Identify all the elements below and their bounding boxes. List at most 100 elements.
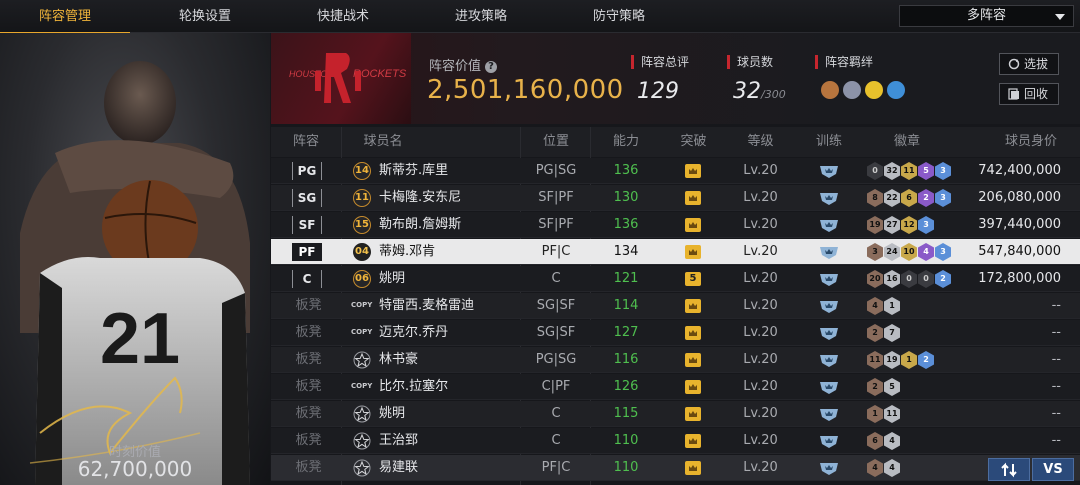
player-position: SG|SF <box>536 325 576 340</box>
tab-rotation-settings[interactable]: 轮换设置 <box>140 0 270 33</box>
badge-count: 1 <box>884 297 900 315</box>
lineup-value: 2,501,160,000 <box>427 75 624 105</box>
svg-text:ROCKETS: ROCKETS <box>353 68 407 80</box>
player-portrait: 21 <box>20 61 250 485</box>
slot-position: C <box>292 270 322 288</box>
crown-icon <box>685 326 701 340</box>
tab-defense-strategy[interactable]: 防守策略 <box>554 0 684 33</box>
badge-count: 16 <box>884 270 900 288</box>
recycle-button[interactable]: 回收 <box>999 83 1059 105</box>
col-badges[interactable]: 徽章 <box>867 127 947 157</box>
player-salary: -- <box>1051 406 1061 421</box>
table-row[interactable]: 板凳 COPY 迈克尔.乔丹 SG|SF 127 Lv.20 2 7 -- <box>271 320 1080 346</box>
badge-list: 41 <box>867 297 900 315</box>
badge-list: 1 11 <box>867 405 900 423</box>
badge-list: 20 16 0 0 2 <box>867 270 951 288</box>
badge-count: 6 <box>901 189 917 207</box>
crown-icon <box>685 380 701 394</box>
col-lineup[interactable]: 阵容 <box>281 127 331 157</box>
slot-label: 板凳 <box>295 433 322 448</box>
player-level: Lv.20 <box>743 379 778 394</box>
lineup-value-label: 阵容价值? <box>429 55 498 74</box>
slot-label: 板凳 <box>295 379 322 394</box>
crown-icon <box>685 218 701 232</box>
bond-blue-icon[interactable] <box>887 81 905 99</box>
slot-label: 板凳 <box>295 406 322 421</box>
col-breakthrough[interactable]: 突破 <box>666 127 721 157</box>
training-icon[interactable] <box>819 325 839 341</box>
player-ability: 136 <box>613 163 639 178</box>
table-row[interactable]: 板凳 林书豪 PG|SG 116 Lv.20 11 19 1 2 -- <box>271 347 1080 373</box>
player-position: C|PF <box>541 379 571 394</box>
swap-button[interactable] <box>988 458 1030 481</box>
team-logo: HOUSTON ROCKETS <box>271 33 411 124</box>
slot-position: PG <box>292 162 322 180</box>
training-icon[interactable] <box>819 433 839 449</box>
training-icon[interactable] <box>819 163 839 179</box>
table-row[interactable]: SF 15 勒布朗.詹姆斯 SF|PF 136 Lv.20 19 27 12 3 397,440,0… <box>271 212 1080 238</box>
col-position[interactable]: 位置 <box>521 127 591 157</box>
training-icon[interactable] <box>819 190 839 206</box>
player-level: Lv.20 <box>743 244 778 259</box>
badge-count: 2 <box>867 378 883 396</box>
table-row[interactable]: C 06 姚明 C 121 5 Lv.20 20 16 0 0 2 172,800,000 <box>271 266 1080 292</box>
badge-list: 19 27 12 3 <box>867 216 934 234</box>
badge-list: 27 <box>867 324 900 342</box>
col-player-name[interactable]: 球员名 <box>353 127 413 157</box>
training-icon[interactable] <box>819 298 839 314</box>
training-icon[interactable] <box>819 244 839 260</box>
badge-count: 4 <box>867 297 883 315</box>
crown-icon <box>685 164 701 178</box>
player-position: C <box>551 406 561 421</box>
badge-count: 32 <box>884 162 900 180</box>
tab-quick-tactics[interactable]: 快捷战术 <box>278 0 408 33</box>
vs-button[interactable]: VS <box>1032 458 1074 481</box>
table-row[interactable]: PF 04 蒂姆.邓肯 PF|C 134 Lv.20 3 24 10 4 3 547,840,000 <box>271 239 1080 265</box>
crown-icon <box>685 191 701 205</box>
tab-offense-strategy[interactable]: 进攻策略 <box>416 0 546 33</box>
player-position: C <box>551 433 561 448</box>
choose-button[interactable]: 选拔 <box>999 53 1059 75</box>
table-row[interactable]: 板凳 王治郅 C 110 Lv.20 6 4 -- <box>271 428 1080 454</box>
col-level[interactable]: 等级 <box>733 127 788 157</box>
jersey-number: 21 <box>100 299 180 379</box>
col-salary[interactable]: 球员身价 <box>991 127 1071 157</box>
player-ability: 110 <box>613 460 639 475</box>
help-icon[interactable]: ? <box>485 60 498 73</box>
table-row[interactable]: 板凳 COPY 特雷西.麦格雷迪 SG|SF 114 Lv.20 4 1 -- <box>271 293 1080 319</box>
player-salary: -- <box>1051 433 1061 448</box>
col-ability[interactable]: 能力 <box>601 127 651 157</box>
table-row[interactable]: SG 11 卡梅隆.安东尼 SF|PF 130 Lv.20 8 22 6 2 3 206,080,00… <box>271 185 1080 211</box>
badge-count: 0 <box>867 162 883 180</box>
badge-count: 12 <box>901 216 917 234</box>
col-training[interactable]: 训练 <box>803 127 855 157</box>
badge-count: 4 <box>884 432 900 450</box>
bond-gold-icon[interactable] <box>865 81 883 99</box>
training-icon[interactable] <box>819 379 839 395</box>
breakthrough-badge: 5 <box>685 272 701 286</box>
badge-count: 6 <box>867 432 883 450</box>
tab-lineup-management[interactable]: 阵容管理 <box>0 0 130 34</box>
training-icon[interactable] <box>819 460 839 476</box>
badge-count: 20 <box>867 270 883 288</box>
table-row[interactable]: 板凳 COPY 比尔.拉塞尔 C|PF 126 Lv.20 2 5 -- <box>271 374 1080 400</box>
badge-count: 27 <box>884 216 900 234</box>
badge-list: 44 <box>867 459 900 477</box>
bond-orange-icon[interactable] <box>821 81 839 99</box>
slot-label: 板凳 <box>295 325 322 340</box>
bond-gray-icon[interactable] <box>843 81 861 99</box>
star-icon <box>353 351 371 369</box>
training-icon[interactable] <box>819 406 839 422</box>
table-row[interactable]: 板凳易建联PF|C110Lv.2044-- <box>271 455 1080 481</box>
training-icon[interactable] <box>819 271 839 287</box>
training-icon[interactable] <box>819 352 839 368</box>
training-icon[interactable] <box>819 217 839 233</box>
player-card[interactable]: 21 时刻价值 62,700,000 <box>0 33 270 485</box>
table-row[interactable]: 板凳 姚明 C 115 Lv.20 1 11 -- <box>271 401 1080 427</box>
badge-count: 2 <box>918 189 934 207</box>
table-row[interactable]: PG 14 斯蒂芬.库里 PG|SG 136 Lv.20 0 32 11 5 3 742,400,00… <box>271 158 1080 184</box>
slot-label: 板凳 <box>295 352 322 367</box>
lineup-select-dropdown[interactable]: 多阵容 <box>899 5 1074 27</box>
badge-count: 3 <box>935 189 951 207</box>
badge-count: 3 <box>935 162 951 180</box>
